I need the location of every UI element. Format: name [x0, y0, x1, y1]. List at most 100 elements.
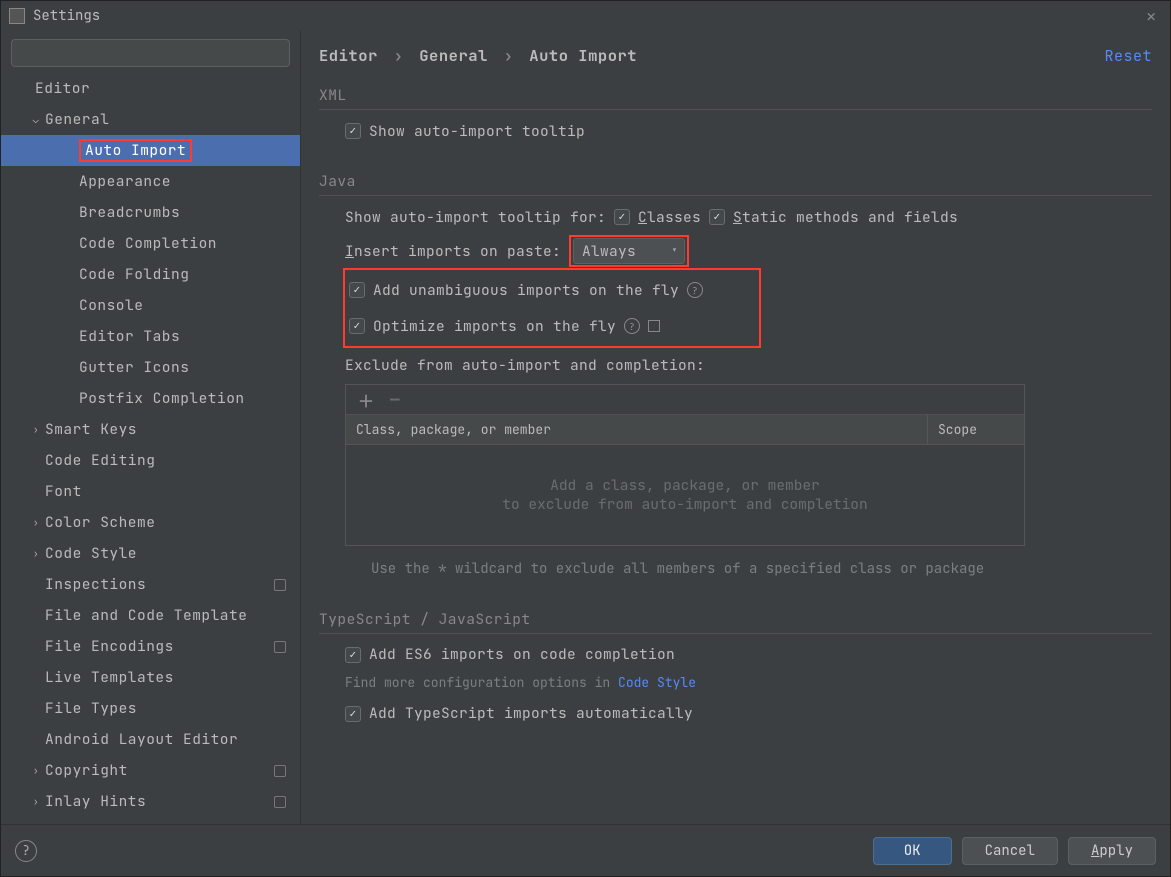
- sidebar-item-label: Inspections: [45, 575, 146, 594]
- sidebar-item-editor[interactable]: Editor: [1, 73, 300, 104]
- sidebar-item-file-types[interactable]: File Types: [1, 693, 300, 724]
- sidebar-item-label: Code Folding: [79, 265, 189, 284]
- project-scope-icon: [274, 579, 286, 591]
- chevron-right-icon[interactable]: ›: [29, 547, 43, 560]
- exclude-table: ＋ — Class, package, or member Scope Add …: [345, 384, 1025, 546]
- section-xml: XML: [319, 86, 1152, 110]
- table-placeholder2: to exclude from auto-import and completi…: [502, 495, 867, 514]
- java-optimize-checkbox[interactable]: [349, 318, 365, 334]
- exclude-hint: Use the * wildcard to exclude all member…: [371, 558, 1011, 582]
- sidebar-item-label: Editor Tabs: [79, 327, 180, 346]
- settings-window: Settings ✕ Editor⌄GeneralAuto ImportAppe…: [0, 0, 1171, 877]
- section-ts: TypeScript / JavaScript: [319, 610, 1152, 634]
- sidebar-item-label: Editor: [35, 79, 90, 98]
- breadcrumb: Editor › General › Auto Import: [319, 45, 637, 66]
- content: XML Show auto-import tooltip Java Show a…: [301, 70, 1170, 824]
- sidebar-item-label: Breadcrumbs: [79, 203, 180, 222]
- sidebar-item-label: Color Scheme: [45, 513, 155, 532]
- ts-es6-label: Add ES6 imports on code completion: [369, 645, 675, 664]
- sidebar-item-breadcrumbs[interactable]: Breadcrumbs: [1, 197, 300, 228]
- sidebar-item-general[interactable]: ⌄General: [1, 104, 300, 135]
- sidebar-item-file-encodings[interactable]: File Encodings: [1, 631, 300, 662]
- chevron-right-icon[interactable]: ›: [29, 764, 43, 777]
- table-placeholder1: Add a class, package, or member: [550, 476, 820, 495]
- java-static-label: Static methods and fields: [733, 208, 958, 227]
- app-icon: [9, 8, 25, 24]
- java-insert-value: Always: [582, 242, 636, 261]
- apply-button[interactable]: Apply: [1068, 837, 1156, 865]
- sidebar-item-inlay-hints[interactable]: ›Inlay Hints: [1, 786, 300, 817]
- help-icon[interactable]: ?: [624, 318, 640, 334]
- footer: ? OK Cancel Apply: [1, 824, 1170, 876]
- search-input[interactable]: [11, 39, 290, 67]
- ts-auto-checkbox[interactable]: [345, 706, 361, 722]
- reset-link[interactable]: Reset: [1104, 46, 1152, 66]
- help-icon[interactable]: ?: [687, 282, 703, 298]
- sidebar-item-smart-keys[interactable]: ›Smart Keys: [1, 414, 300, 445]
- chevron-down-icon[interactable]: ⌄: [29, 113, 43, 126]
- java-tooltip-for-label: Show auto-import tooltip for:: [345, 208, 606, 227]
- close-icon[interactable]: ✕: [1140, 6, 1162, 27]
- sidebar-item-appearance[interactable]: Appearance: [1, 166, 300, 197]
- scope-icon[interactable]: [648, 320, 660, 332]
- java-insert-dropdown[interactable]: Always: [573, 238, 685, 264]
- ok-button[interactable]: OK: [873, 837, 952, 865]
- project-scope-icon: [274, 765, 286, 777]
- chevron-right-icon[interactable]: ›: [29, 423, 43, 436]
- sidebar-item-font[interactable]: Font: [1, 476, 300, 507]
- sidebar-item-console[interactable]: Console: [1, 290, 300, 321]
- sidebar-item-postfix-completion[interactable]: Postfix Completion: [1, 383, 300, 414]
- sidebar-item-code-completion[interactable]: Code Completion: [1, 228, 300, 259]
- xml-show-tooltip-checkbox[interactable]: [345, 123, 361, 139]
- sidebar-item-code-style[interactable]: ›Code Style: [1, 538, 300, 569]
- sidebar-item-label: Code Style: [45, 544, 137, 563]
- java-add-unambiguous-checkbox[interactable]: [349, 282, 365, 298]
- project-scope-icon: [274, 641, 286, 653]
- sidebar-item-label: Font: [45, 482, 82, 501]
- breadcrumb-general[interactable]: General: [419, 45, 488, 66]
- table-body[interactable]: Add a class, package, or member to exclu…: [346, 445, 1024, 545]
- java-add-unambiguous-label: Add unambiguous imports on the fly: [373, 281, 679, 300]
- chevron-right-icon[interactable]: ›: [29, 795, 43, 808]
- sidebar-item-color-scheme[interactable]: ›Color Scheme: [1, 507, 300, 538]
- ts-es6-checkbox[interactable]: [345, 647, 361, 663]
- sidebar-item-label: Postfix Completion: [79, 389, 245, 408]
- sidebar-item-code-folding[interactable]: Code Folding: [1, 259, 300, 290]
- cancel-button[interactable]: Cancel: [962, 837, 1058, 865]
- sidebar-item-inspections[interactable]: Inspections: [1, 569, 300, 600]
- java-exclude-label: Exclude from auto-import and completion:: [319, 348, 1152, 382]
- java-classes-checkbox[interactable]: [614, 209, 630, 225]
- sidebar-item-label: Console: [79, 296, 143, 315]
- col-class: Class, package, or member: [346, 415, 928, 444]
- help-button[interactable]: ?: [15, 840, 37, 862]
- sidebar-item-gutter-icons[interactable]: Gutter Icons: [1, 352, 300, 383]
- xml-show-tooltip-label: Show auto-import tooltip: [369, 122, 585, 141]
- sidebar-item-live-templates[interactable]: Live Templates: [1, 662, 300, 693]
- sidebar-item-label: Inlay Hints: [45, 792, 146, 811]
- sidebar-item-copyright[interactable]: ›Copyright: [1, 755, 300, 786]
- main-pane: Editor › General › Auto Import Reset XML…: [301, 31, 1170, 824]
- sidebar-item-label: Code Editing: [45, 451, 155, 470]
- sidebar-item-auto-import[interactable]: Auto Import: [1, 135, 300, 166]
- java-insert-label: Insert imports on paste:: [345, 242, 561, 261]
- sidebar-item-code-editing[interactable]: Code Editing: [1, 445, 300, 476]
- chevron-right-icon[interactable]: ›: [29, 516, 43, 529]
- sidebar-item-label: Auto Import: [79, 139, 192, 162]
- settings-tree[interactable]: Editor ⌄General Auto Import Appearance Bread…: [1, 73, 300, 824]
- sidebar-item-editor-tabs[interactable]: Editor Tabs: [1, 321, 300, 352]
- sidebar-item-label: Android Layout Editor: [45, 730, 238, 749]
- java-optimize-label: Optimize imports on the fly: [373, 317, 616, 336]
- breadcrumb-autoimport: Auto Import: [529, 45, 637, 66]
- remove-icon[interactable]: —: [390, 389, 400, 410]
- sidebar-item-label: Live Templates: [45, 668, 174, 687]
- breadcrumb-editor[interactable]: Editor: [319, 45, 378, 66]
- highlight-frame: Add unambiguous imports on the fly ? Opt…: [343, 268, 761, 348]
- code-style-link[interactable]: Code Style: [618, 674, 696, 691]
- java-static-checkbox[interactable]: [709, 209, 725, 225]
- sidebar-item-file-and-code-template[interactable]: File and Code Template: [1, 600, 300, 631]
- sidebar-item-android-layout-editor[interactable]: Android Layout Editor: [1, 724, 300, 755]
- java-classes-label: Classes: [638, 208, 701, 227]
- add-icon[interactable]: ＋: [358, 388, 374, 412]
- sidebar-item-label: Appearance: [79, 172, 171, 191]
- sidebar-item-label: File and Code Template: [45, 606, 247, 625]
